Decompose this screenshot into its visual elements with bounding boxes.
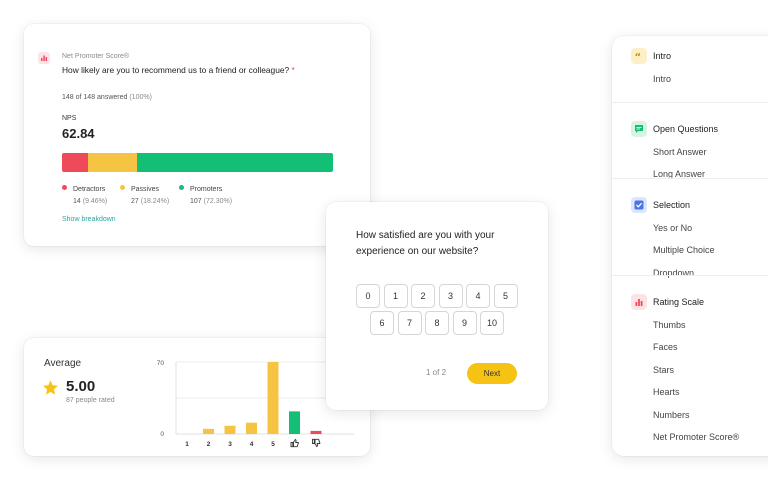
legend-value: 107 (72.30%)	[179, 198, 232, 205]
scale-option-10[interactable]: 10	[480, 311, 504, 335]
question-type-label: Net Promoter Score®	[62, 53, 130, 60]
answered-text: 148 of 148 answered	[62, 94, 128, 101]
scale-option-6[interactable]: 6	[370, 311, 394, 335]
legend-count: 107	[190, 198, 202, 205]
legend-count: 27	[131, 198, 139, 205]
detractors-dot	[62, 185, 67, 190]
question-types-panel: “Intro Intro Open Questions Short Answer Lon…	[612, 36, 768, 456]
bar-2	[203, 428, 214, 434]
passives-segment	[87, 153, 138, 172]
bar-chart-icon	[38, 52, 50, 64]
thumbs-down-icon	[312, 438, 321, 448]
legend-label: Passives	[131, 186, 160, 193]
y-tick-label: 70	[157, 360, 165, 367]
passives-dot	[120, 185, 125, 190]
question-type-item[interactable]: Short Answer	[653, 147, 707, 157]
scale-option-5[interactable]: 5	[493, 284, 518, 308]
promoters-dot	[179, 185, 184, 190]
show-breakdown-link[interactable]: Show breakdown	[62, 216, 116, 223]
legend-detractors: Detractors 14 (9.46%)	[62, 185, 107, 205]
question-type-item[interactable]: Dropdown	[653, 268, 694, 278]
bar-3	[224, 425, 236, 434]
legend-label: Detractors	[73, 186, 106, 193]
question-type-item[interactable]: Faces	[653, 342, 678, 352]
y-tick-label: 0	[160, 431, 164, 438]
bar-5	[267, 362, 279, 434]
question-type-item[interactable]: Intro	[653, 74, 671, 84]
legend-passives: Passives 27 (18.24%)	[120, 185, 169, 205]
scale-option-2[interactable]: 2	[411, 284, 435, 308]
legend-percent: (9.46%)	[82, 198, 108, 205]
nps-card: Net Promoter Score® How likely are you t…	[24, 24, 370, 246]
x-tick-label: 1	[185, 441, 189, 448]
group-title-rating: Rating Scale	[653, 297, 705, 307]
survey-question: How satisfied are you with your experien…	[356, 230, 495, 257]
star-icon	[42, 379, 59, 401]
legend-count: 14	[73, 198, 81, 205]
question-type-item[interactable]: Yes or No	[653, 223, 692, 233]
scale-option-1[interactable]: 1	[383, 284, 408, 308]
x-tick-label: 5	[271, 441, 275, 448]
legend-label: Promoters	[190, 186, 223, 193]
legend-value: 14 (9.46%)	[62, 198, 107, 205]
x-tick-label: 2	[207, 441, 211, 448]
x-tick-label: 3	[228, 441, 232, 448]
scale-option-7[interactable]: 7	[397, 311, 422, 335]
legend-value: 27 (18.24%)	[120, 198, 169, 205]
group-divider	[612, 102, 768, 103]
question-text: How likely are you to recommend us to a …	[62, 65, 295, 75]
survey-question-card: How satisfied are you with your experien…	[326, 202, 548, 410]
group-title-open: Open Questions	[653, 124, 719, 134]
nps-stacked-bar	[62, 153, 333, 172]
rating-summary-card: Average 5.00 87 people rated 70 0 1 2 3 4 5	[24, 338, 370, 456]
svg-text:“: “	[635, 52, 642, 61]
checkbox-icon	[631, 197, 647, 213]
detractors-segment	[62, 153, 88, 172]
bar-chart-icon	[631, 294, 647, 310]
metric-value: 62.84	[62, 126, 95, 141]
scale-option-3[interactable]: 3	[438, 284, 463, 308]
question-label: How likely are you to recommend us to a …	[62, 65, 290, 75]
scale-option-8[interactable]: 8	[425, 311, 449, 335]
required-mark: *	[291, 65, 295, 75]
chat-icon	[631, 121, 647, 137]
next-button[interactable]: Next	[467, 363, 517, 384]
group-title-selection: Selection	[653, 200, 691, 210]
average-label: Average	[44, 358, 82, 369]
bar-thumbs-up-icon	[289, 411, 300, 434]
quote-icon: “	[631, 48, 647, 64]
question-type-item[interactable]: Hearts	[653, 387, 680, 397]
group-divider	[612, 275, 768, 276]
metric-name: NPS	[62, 115, 77, 122]
promoters-segment	[137, 153, 333, 172]
average-value: 5.00	[66, 378, 96, 395]
answered-percent: (100%)	[129, 94, 152, 101]
question-type-item[interactable]: Numbers	[653, 410, 690, 420]
question-type-item[interactable]: Stars	[653, 365, 674, 375]
group-title-intro: Intro	[653, 51, 672, 61]
legend-percent: (72.30%)	[203, 198, 233, 205]
legend-percent: (18.24%)	[140, 198, 170, 205]
thumbs-up-icon	[290, 438, 299, 448]
rated-count: 87 people rated	[66, 397, 115, 404]
question-type-item[interactable]: Net Promoter Score®	[653, 432, 739, 442]
bar-thumbs-down-icon	[310, 430, 322, 434]
scale-option-4[interactable]: 4	[466, 284, 490, 308]
question-type-item[interactable]: Multiple Choice	[653, 245, 715, 255]
scale-option-0[interactable]: 0	[356, 284, 380, 308]
page-indicator: 1 of 2	[426, 368, 447, 377]
x-tick-label: 4	[250, 441, 254, 448]
scale-option-9[interactable]: 9	[452, 311, 477, 335]
group-divider	[612, 178, 768, 179]
answered-count: 148 of 148 answered (100%)	[62, 94, 152, 101]
question-type-item[interactable]: Thumbs	[653, 320, 686, 330]
bar-4	[246, 422, 257, 434]
legend-promoters: Promoters 107 (72.30%)	[179, 185, 232, 205]
